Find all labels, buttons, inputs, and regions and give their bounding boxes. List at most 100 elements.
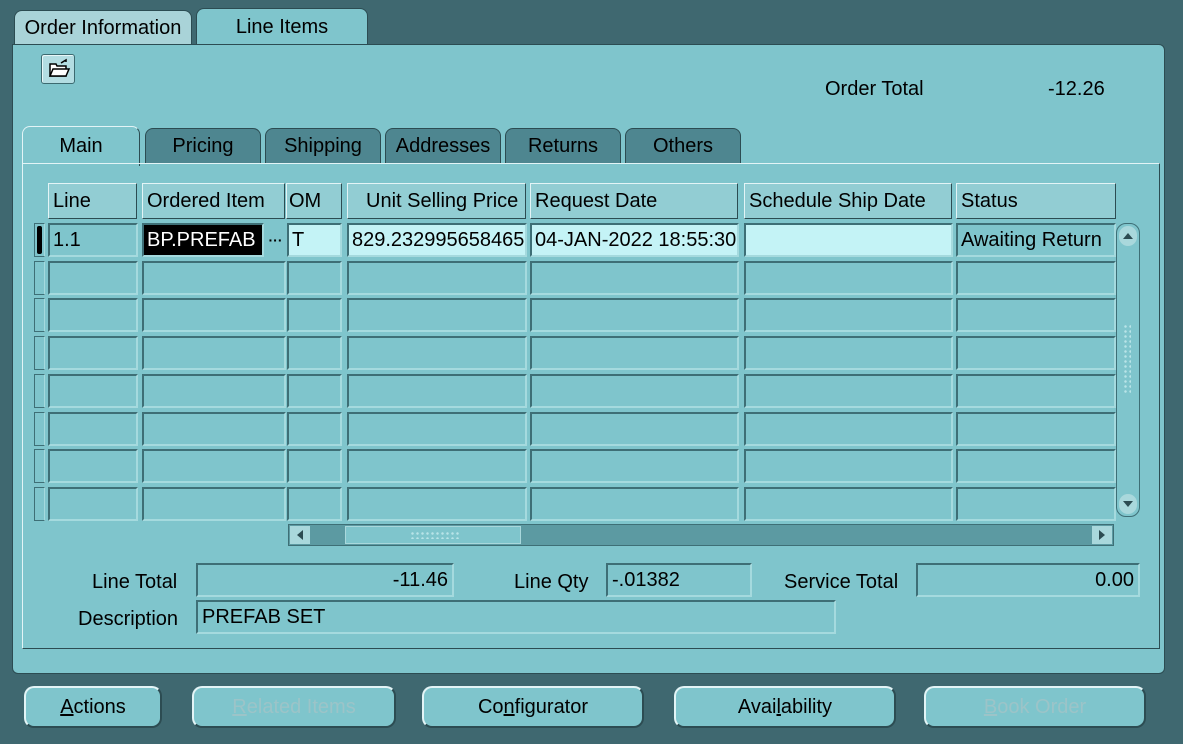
arrow-right-icon (1099, 530, 1105, 540)
open-folder-icon (48, 58, 71, 77)
empty-cell[interactable] (142, 486, 286, 521)
tab-order-information[interactable]: Order Information (14, 10, 192, 46)
empty-cell[interactable] (956, 260, 1116, 295)
cell-ordered-item[interactable]: BP.PREFAB (142, 223, 264, 257)
tab-returns[interactable]: Returns (505, 128, 621, 164)
cell-uom[interactable]: T (287, 223, 342, 257)
scroll-up-button[interactable] (1119, 226, 1137, 246)
empty-cell[interactable] (48, 373, 138, 408)
tab-others[interactable]: Others (625, 128, 741, 164)
cell-line[interactable]: 1.1 (48, 223, 138, 257)
empty-cell[interactable] (956, 298, 1116, 333)
empty-cell[interactable] (287, 260, 342, 295)
empty-cell[interactable] (287, 486, 342, 521)
empty-cell[interactable] (48, 298, 138, 333)
cell-unit-selling-price[interactable]: 829.232995658465 (347, 223, 527, 257)
empty-cell[interactable] (744, 336, 953, 371)
empty-cell[interactable] (347, 411, 527, 446)
availability-button[interactable]: Availability (674, 686, 896, 728)
empty-cell[interactable] (142, 260, 286, 295)
empty-cell[interactable] (48, 411, 138, 446)
empty-cell[interactable] (48, 260, 138, 295)
empty-cell[interactable] (287, 298, 342, 333)
empty-cell[interactable] (744, 486, 953, 521)
empty-cell[interactable] (744, 373, 953, 408)
actions-button[interactable]: Actions (24, 686, 162, 728)
tab-shipping[interactable]: Shipping (265, 128, 381, 164)
description-label: Description (78, 608, 179, 630)
horizontal-scrollbar[interactable] (288, 524, 1114, 546)
empty-cell[interactable] (744, 449, 953, 484)
empty-cell[interactable] (142, 298, 286, 333)
tab-addresses[interactable]: Addresses (385, 128, 501, 164)
line-qty-label: Line Qty (514, 571, 589, 593)
tab-pricing[interactable]: Pricing (145, 128, 261, 164)
empty-cell[interactable] (956, 373, 1116, 408)
empty-cell[interactable] (530, 411, 739, 446)
empty-cell[interactable] (287, 449, 342, 484)
row-indicator[interactable] (34, 336, 45, 371)
row-indicator[interactable] (34, 411, 45, 446)
empty-cell[interactable] (956, 411, 1116, 446)
service-total-field[interactable]: 0.00 (916, 563, 1140, 597)
tab-line-items[interactable]: Line Items (196, 8, 368, 46)
empty-cell[interactable] (142, 411, 286, 446)
open-folder-button[interactable] (41, 54, 75, 84)
row-indicator[interactable] (34, 486, 45, 521)
scroll-down-button[interactable] (1119, 494, 1137, 514)
ordered-item-lov-button[interactable]: ··· (265, 223, 286, 257)
empty-cell[interactable] (956, 336, 1116, 371)
empty-cell[interactable] (347, 298, 527, 333)
empty-cell[interactable] (530, 486, 739, 521)
related-items-button[interactable]: Related Items (192, 686, 396, 728)
empty-cell[interactable] (530, 336, 739, 371)
line-qty-field[interactable]: -.01382 (606, 563, 752, 597)
tab-shipping-label: Shipping (284, 135, 362, 157)
empty-cell[interactable] (744, 411, 953, 446)
empty-cell[interactable] (142, 373, 286, 408)
row-indicator[interactable] (34, 298, 45, 333)
arrow-down-icon (1123, 501, 1133, 507)
empty-cell[interactable] (347, 486, 527, 521)
row-indicator[interactable] (34, 223, 45, 257)
empty-cell[interactable] (347, 449, 527, 484)
empty-cell[interactable] (744, 260, 953, 295)
empty-cell[interactable] (347, 260, 527, 295)
empty-cell[interactable] (956, 486, 1116, 521)
empty-cell[interactable] (744, 298, 953, 333)
empty-cell[interactable] (287, 373, 342, 408)
description-field[interactable]: PREFAB SET (196, 600, 836, 634)
cell-status[interactable]: Awaiting Return (956, 223, 1116, 257)
vertical-scrollbar[interactable] (1116, 223, 1140, 517)
column-header-request-date: Request Date (530, 183, 738, 219)
cell-request-date[interactable]: 04-JAN-2022 18:55:30 (530, 223, 739, 257)
horizontal-scroll-thumb[interactable] (345, 526, 521, 544)
empty-cell[interactable] (48, 449, 138, 484)
row-indicator[interactable] (34, 449, 45, 484)
scroll-grip-icon (410, 531, 460, 539)
tab-main[interactable]: Main (22, 126, 140, 166)
tab-line-items-label: Line Items (235, 16, 329, 38)
empty-cell[interactable] (956, 449, 1116, 484)
row-indicator[interactable] (34, 373, 45, 408)
scroll-left-button[interactable] (290, 526, 310, 544)
tab-main-label: Main (59, 135, 103, 157)
book-order-button[interactable]: Book Order (924, 686, 1146, 728)
empty-cell[interactable] (48, 336, 138, 371)
empty-cell[interactable] (530, 260, 739, 295)
empty-cell[interactable] (287, 411, 342, 446)
empty-cell[interactable] (530, 449, 739, 484)
empty-cell[interactable] (347, 336, 527, 371)
scroll-right-button[interactable] (1092, 526, 1112, 544)
empty-cell[interactable] (142, 449, 286, 484)
empty-cell[interactable] (48, 486, 138, 521)
cell-schedule-ship-date[interactable] (744, 223, 953, 257)
row-indicator[interactable] (34, 260, 45, 295)
empty-cell[interactable] (530, 298, 739, 333)
configurator-button[interactable]: Configurator (422, 686, 644, 728)
empty-cell[interactable] (347, 373, 527, 408)
line-total-field[interactable]: -11.46 (196, 563, 454, 597)
empty-cell[interactable] (530, 373, 739, 408)
empty-cell[interactable] (287, 336, 342, 371)
empty-cell[interactable] (142, 336, 286, 371)
